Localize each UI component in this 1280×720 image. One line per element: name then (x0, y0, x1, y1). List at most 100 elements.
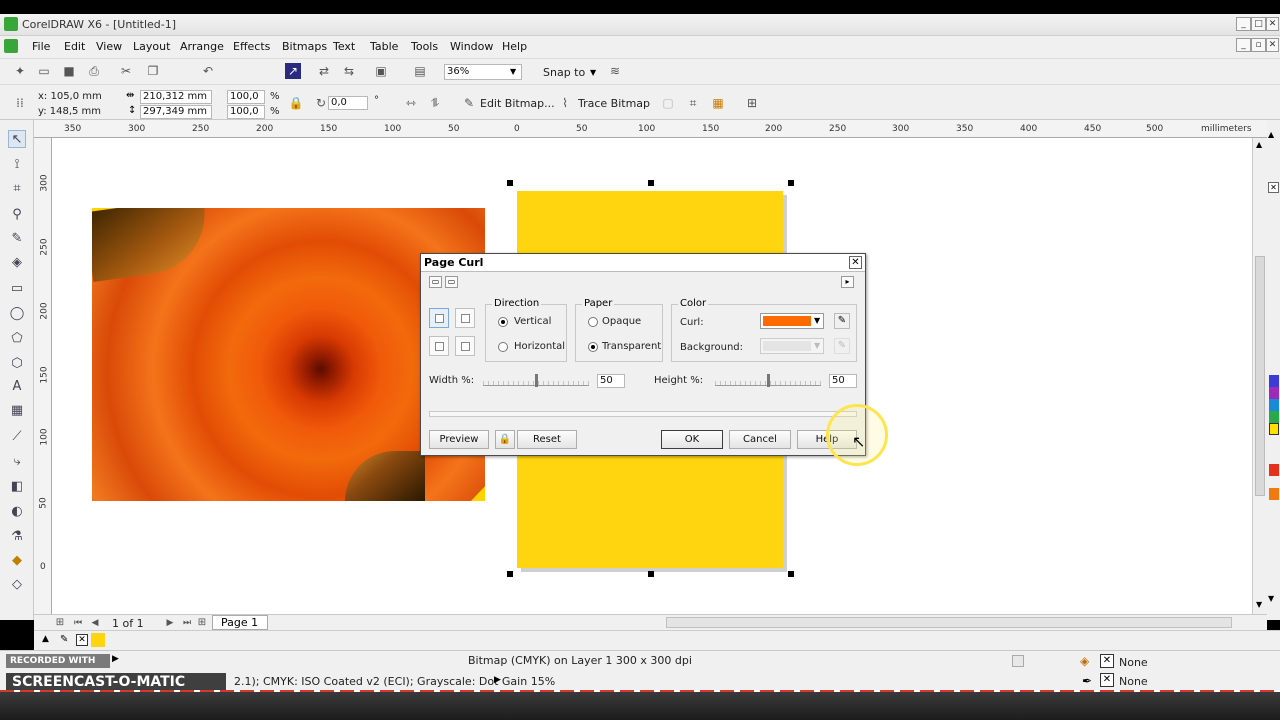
outline-none-swatch[interactable]: ✕ (1100, 673, 1114, 687)
link-manager-icon[interactable]: ⊞ (744, 95, 760, 111)
menu-layout[interactable]: Layout (133, 40, 170, 53)
parallel-dimension-icon[interactable]: ⟋ (8, 428, 26, 446)
scale-y-input[interactable]: 100,0 (227, 105, 265, 119)
eyedropper-icon[interactable]: ✎ (60, 634, 68, 645)
vertical-radio[interactable] (498, 317, 508, 327)
cancel-button[interactable]: Cancel (729, 430, 791, 449)
cut-icon[interactable]: ✂ (118, 63, 134, 79)
mirror-horizontal-icon[interactable]: ⇿ (403, 95, 419, 111)
palette-swatch[interactable] (1269, 375, 1279, 387)
menu-arrange[interactable]: Arrange (180, 40, 224, 53)
menu-table[interactable]: Table (370, 40, 398, 53)
menu-edit[interactable]: Edit (64, 40, 85, 53)
doc-minimize-button[interactable]: _ (1236, 38, 1251, 52)
top-right-corner-button[interactable] (455, 308, 475, 328)
table-tool-icon[interactable]: ▦ (8, 402, 26, 420)
text-tool-icon[interactable]: A (8, 378, 26, 396)
palette-down-icon[interactable]: ▼ (1268, 594, 1274, 603)
height-input[interactable]: 50 (829, 374, 857, 388)
maximize-button[interactable]: □ (1251, 17, 1266, 31)
fill-tool-icon[interactable]: ◆ (8, 552, 26, 570)
no-color-swatch[interactable]: ✕ (1268, 182, 1279, 193)
width-slider[interactable] (483, 374, 589, 387)
first-page-icon[interactable]: ⏮ (70, 615, 86, 631)
height-slider-thumb[interactable] (767, 374, 770, 387)
selection-handle[interactable] (648, 180, 654, 186)
copy-icon[interactable]: ❐ (145, 63, 161, 79)
status-options-icon[interactable] (1012, 655, 1024, 667)
width-input[interactable]: 50 (597, 374, 625, 388)
pick-tool-icon[interactable]: ↖ (8, 130, 26, 148)
rectangle-tool-icon[interactable]: ▭ (8, 280, 26, 298)
resample-icon[interactable]: ⌗ (685, 95, 701, 111)
crop-tool-icon[interactable]: ⌗ (8, 180, 26, 198)
last-page-icon[interactable]: ⏭ (179, 615, 195, 631)
welcome-screen-icon[interactable]: ▤ (412, 63, 428, 79)
object-height-input[interactable]: 297,349 mm (140, 105, 212, 119)
options-icon[interactable]: ≋ (607, 63, 623, 79)
preview-single-icon[interactable]: ▭ (445, 276, 458, 288)
snap-chevron-icon[interactable]: ▼ (590, 68, 596, 77)
publish-icon[interactable]: ⇆ (341, 63, 357, 79)
undo-icon[interactable]: ↶ (200, 63, 216, 79)
scroll-up-icon[interactable]: ▲ (1256, 140, 1262, 149)
height-slider[interactable] (715, 374, 821, 387)
palette-arrow-icon[interactable]: ▲ (42, 634, 49, 644)
edit-bitmap-button[interactable]: Edit Bitmap... (480, 97, 555, 110)
new-icon[interactable]: ✦ (12, 63, 28, 79)
selection-handle[interactable] (788, 180, 794, 186)
profiles-arrow-icon[interactable]: ▶ (494, 675, 501, 685)
selection-handle[interactable] (507, 571, 513, 577)
yellow-swatch[interactable] (91, 633, 105, 647)
scroll-thumb[interactable] (1255, 256, 1265, 496)
freehand-tool-icon[interactable]: ✎ (8, 230, 26, 248)
horizontal-radio[interactable] (498, 342, 508, 352)
fill-none-swatch[interactable]: ✕ (1100, 654, 1114, 668)
palette-up-icon[interactable]: ▲ (1268, 130, 1274, 139)
palette-swatch[interactable] (1269, 488, 1279, 500)
trace-bitmap-button[interactable]: Trace Bitmap (578, 97, 650, 110)
background-eyedropper-icon[interactable]: ✎ (834, 338, 850, 354)
background-color-picker[interactable]: ▼ (760, 338, 824, 354)
horizontal-scrollbar[interactable] (666, 617, 1232, 628)
menu-view[interactable]: View (96, 40, 122, 53)
ok-button[interactable]: OK (661, 430, 723, 449)
interactive-fill-icon[interactable]: ◇ (8, 576, 26, 594)
expand-arrow-icon[interactable]: ▸ (841, 276, 854, 288)
menu-file[interactable]: File (32, 40, 50, 53)
export-icon[interactable]: ⇄ (316, 63, 332, 79)
width-slider-thumb[interactable] (535, 374, 538, 387)
top-left-corner-button[interactable] (429, 308, 449, 328)
transparent-radio[interactable] (588, 342, 598, 352)
blend-tool-icon[interactable]: ◧ (8, 478, 26, 496)
palette-swatch[interactable] (1269, 423, 1279, 435)
next-page-icon[interactable]: ▶ (162, 615, 178, 631)
minimize-button[interactable]: _ (1236, 17, 1251, 31)
add-page-after-icon[interactable]: ⊞ (194, 615, 210, 631)
eyedropper-tool-icon[interactable]: ⚗ (8, 528, 26, 546)
mirror-vertical-icon[interactable]: ⥮ (427, 95, 443, 111)
palette-swatch[interactable] (1269, 464, 1279, 476)
menu-window[interactable]: Window (450, 40, 493, 53)
curl-color-picker[interactable]: ▼ (760, 313, 824, 329)
menu-tools[interactable]: Tools (411, 40, 438, 53)
smart-fill-icon[interactable]: ◈ (8, 254, 26, 272)
menu-effects[interactable]: Effects (233, 40, 270, 53)
palette-swatch[interactable] (1269, 399, 1279, 411)
selection-handle[interactable] (507, 180, 513, 186)
polygon-tool-icon[interactable]: ⬠ (8, 330, 26, 348)
import-icon[interactable]: ↗ (285, 63, 301, 79)
doc-close-button[interactable]: ✕ (1266, 38, 1279, 52)
scale-x-input[interactable]: 100,0 (227, 90, 265, 104)
vertical-scrollbar[interactable]: ▲ ▼ (1252, 138, 1267, 614)
lock-ratio-icon[interactable]: 🔒 (288, 95, 304, 111)
menu-help[interactable]: Help (502, 40, 527, 53)
snap-to-dropdown[interactable]: Snap to (543, 66, 585, 79)
preview-button[interactable]: Preview (429, 430, 489, 449)
crop-icon[interactable]: ▢ (660, 95, 676, 111)
menu-bitmaps[interactable]: Bitmaps (282, 40, 327, 53)
x-position-field[interactable]: x: 105,0 mm (38, 91, 102, 102)
add-page-before-icon[interactable]: ⊞ (52, 615, 68, 631)
dialog-close-button[interactable]: ✕ (849, 256, 862, 269)
print-icon[interactable]: ⎙ (86, 63, 102, 79)
